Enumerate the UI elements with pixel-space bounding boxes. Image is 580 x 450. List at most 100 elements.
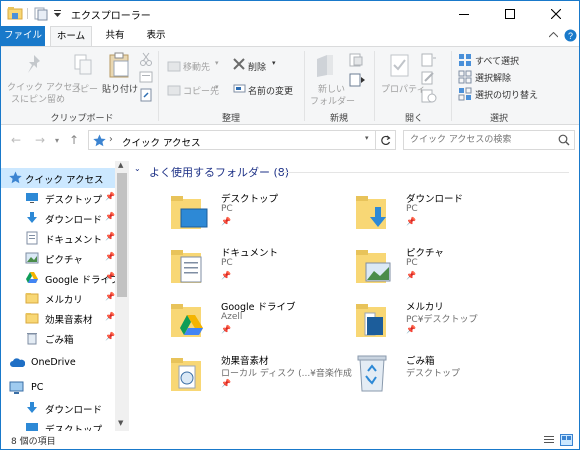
delete-label[interactable]: 削除 [248, 60, 266, 73]
forward-arrow-icon[interactable]: → [35, 133, 45, 147]
pin-icon[interactable]: 📌 [406, 325, 416, 334]
folder-tile-downloads[interactable]: ダウンロード PC 📌 [354, 189, 539, 237]
folder-tile-mercari[interactable]: メルカリ PC¥デスクトップ 📌 [354, 297, 539, 345]
copy-path-icon[interactable] [139, 70, 153, 84]
minimize-button[interactable] [441, 1, 487, 26]
breadcrumb[interactable]: クイック アクセス [122, 135, 201, 149]
copy-icon[interactable] [73, 53, 93, 77]
nav-quick-access[interactable]: クイック アクセス [1, 168, 115, 188]
maximize-button[interactable] [487, 1, 533, 26]
history-icon[interactable] [421, 89, 437, 103]
pin-icon[interactable]: 📌 [406, 217, 416, 226]
folder-tile-desktop[interactable]: デスクトップ PC 📌 [169, 189, 354, 237]
details-view-icon[interactable] [543, 434, 555, 446]
pin-icon[interactable]: 📌 [105, 232, 115, 241]
pin-icon[interactable]: 📌 [221, 217, 231, 226]
move-to-label[interactable]: 移動先 [183, 60, 210, 73]
delete-icon[interactable] [233, 58, 245, 70]
copy-label[interactable]: コピー [71, 82, 98, 95]
folder-tile-google-drive[interactable]: Google ドライブ Azell 📌 [169, 297, 354, 345]
folder-tile-pictures[interactable]: ピクチャ PC 📌 [354, 243, 539, 291]
nav-item-pictures[interactable]: ピクチャ 📌 [1, 248, 115, 268]
properties-icon[interactable] [34, 6, 48, 21]
copy-to-icon[interactable] [167, 84, 181, 96]
refresh-button[interactable] [376, 130, 396, 150]
close-button[interactable] [533, 1, 579, 26]
pin-icon[interactable]: 📌 [105, 252, 115, 261]
pin-icon[interactable]: 📌 [221, 325, 231, 334]
nav-item-recycle-bin[interactable]: ごみ箱 📌 [1, 328, 115, 348]
paste-label[interactable]: 貼り付け [102, 82, 138, 95]
select-all-icon[interactable] [458, 53, 472, 67]
rename-icon[interactable] [233, 82, 246, 95]
nav-pc-desktop[interactable]: デスクトップ [1, 418, 115, 431]
edit-icon[interactable] [421, 71, 437, 85]
tab-file[interactable]: ファイル [1, 26, 45, 46]
recent-locations-icon[interactable]: ▾ [55, 136, 59, 145]
pin-icon[interactable]: 📌 [105, 272, 115, 281]
pin-icon[interactable]: 📌 [406, 271, 416, 280]
back-arrow-icon[interactable]: ← [11, 133, 21, 147]
pin-icon[interactable] [23, 53, 45, 77]
scroll-down-icon[interactable]: ▼ [118, 419, 123, 427]
nav-item-documents[interactable]: ドキュメント 📌 [1, 228, 115, 248]
new-folder-icon[interactable] [314, 53, 338, 79]
move-to-icon[interactable] [167, 60, 181, 72]
large-icons-view-icon[interactable] [560, 434, 573, 446]
pin-icon[interactable]: 📌 [105, 212, 115, 221]
select-all-label[interactable]: すべて選択 [475, 54, 519, 67]
breadcrumb-chevron-icon[interactable]: › [109, 134, 113, 145]
pin-quick-access-label-2[interactable]: スにピン留め [11, 92, 65, 105]
pin-icon[interactable]: 📌 [105, 312, 115, 321]
select-none-label[interactable]: 選択解除 [475, 71, 511, 84]
nav-item-desktop[interactable]: デスクトップ 📌 [1, 188, 115, 208]
up-arrow-icon[interactable]: ↑ [69, 133, 79, 147]
rename-label[interactable]: 名前の変更 [248, 84, 293, 97]
copy-to-dropdown-icon[interactable]: ▾ [215, 83, 219, 91]
tab-share[interactable]: 共有 [98, 26, 132, 46]
properties-check-icon[interactable] [389, 53, 411, 79]
properties-label[interactable]: プロパティ [381, 82, 425, 95]
address-bar[interactable]: › クイック アクセス ▾ [88, 130, 376, 150]
paste-shortcut-icon[interactable] [139, 88, 153, 102]
select-none-icon[interactable] [458, 70, 472, 84]
cut-icon[interactable] [139, 52, 153, 66]
folder-tile-recycle-bin[interactable]: ごみ箱 デスクトップ [354, 351, 539, 399]
nav-onedrive[interactable]: OneDrive [1, 353, 115, 373]
address-dropdown-icon[interactable]: ▾ [365, 134, 369, 142]
pin-icon[interactable]: 📌 [105, 332, 115, 341]
paste-icon[interactable] [107, 51, 131, 79]
pin-icon[interactable]: 📌 [221, 271, 231, 280]
invert-selection-label[interactable]: 選択の切り替え [475, 88, 538, 101]
search-icon[interactable] [558, 134, 570, 146]
search-input[interactable] [410, 133, 552, 147]
nav-item-mercari[interactable]: メルカリ 📌 [1, 288, 115, 308]
nav-item-google-drive[interactable]: Google ドライブ 📌 [1, 268, 115, 288]
open-icon[interactable] [421, 53, 437, 67]
folder-tile-sound-effects[interactable]: 効果音素材 ローカル ディスク (...¥音楽作成 📌 [169, 351, 354, 399]
nav-scrollbar-thumb[interactable] [117, 173, 127, 297]
invert-selection-icon[interactable] [458, 87, 472, 101]
pin-icon[interactable]: 📌 [221, 379, 231, 388]
ribbon-collapse-icon[interactable] [549, 32, 558, 38]
nav-item-downloads[interactable]: ダウンロード 📌 [1, 208, 115, 228]
nav-item-sound-effects[interactable]: 効果音素材 📌 [1, 308, 115, 328]
help-icon[interactable]: ? [564, 29, 577, 42]
nav-pc[interactable]: PC [1, 378, 115, 398]
easy-access-icon[interactable] [349, 73, 367, 87]
collapse-chevron-icon[interactable]: ⌄ [134, 164, 141, 173]
new-item-icon[interactable] [349, 53, 367, 67]
tab-home[interactable]: ホーム [50, 26, 92, 47]
group-header[interactable]: よく使用するフォルダー (8) [149, 164, 289, 180]
delete-dropdown-icon[interactable]: ▾ [272, 59, 276, 67]
folder-tile-documents[interactable]: ドキュメント PC 📌 [169, 243, 354, 291]
customize-quick-access-icon[interactable] [53, 10, 62, 25]
scroll-up-icon[interactable]: ▲ [118, 161, 123, 169]
new-folder-label-2[interactable]: フォルダー [310, 94, 355, 107]
nav-pc-downloads[interactable]: ダウンロード [1, 398, 115, 418]
pin-icon[interactable]: 📌 [105, 192, 115, 201]
move-to-dropdown-icon[interactable]: ▾ [215, 59, 219, 67]
copy-to-label[interactable]: コピー先 [183, 84, 219, 97]
search-box[interactable] [403, 130, 575, 150]
tab-view[interactable]: 表示 [139, 26, 173, 46]
